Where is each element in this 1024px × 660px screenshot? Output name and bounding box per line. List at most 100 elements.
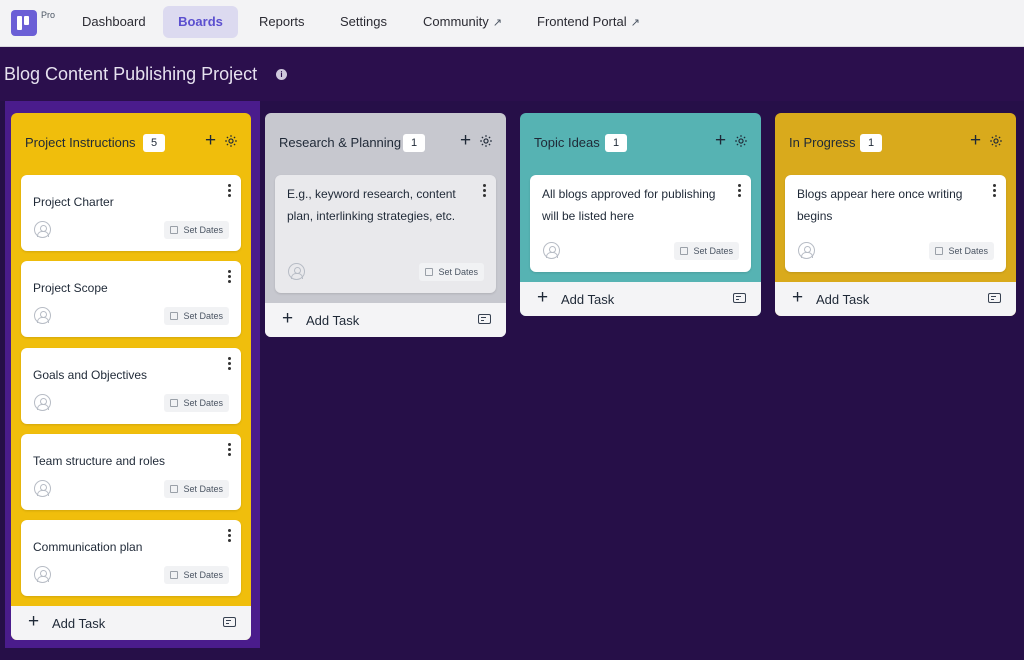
more-options-icon[interactable] [228, 443, 232, 457]
set-dates-button[interactable]: Set Dates [164, 566, 229, 584]
task-title: Team structure and roles [33, 454, 166, 468]
task-title: Blogs appear here once writing begins [797, 187, 963, 223]
set-dates-button[interactable]: Set Dates [674, 242, 739, 260]
task-title: Project Scope [33, 281, 108, 295]
add-task-plus-icon[interactable]: + [970, 131, 981, 151]
card-template-icon[interactable] [223, 617, 236, 627]
set-dates-button[interactable]: Set Dates [164, 480, 229, 498]
user-icon[interactable] [34, 394, 51, 411]
set-dates-button[interactable]: Set Dates [164, 307, 229, 325]
info-icon[interactable]: i [276, 69, 287, 80]
task-card[interactable]: E.g., keyword research, content plan, in… [275, 175, 496, 293]
more-options-icon[interactable] [993, 184, 997, 198]
column-header: Topic Ideas 1 + [520, 113, 761, 169]
column-project-instructions: Project Instructions 5 + Project Charter… [11, 113, 251, 640]
column-title: Project Instructions [25, 135, 136, 150]
app-logo-icon[interactable] [11, 10, 37, 36]
task-title: Goals and Objectives [33, 368, 148, 382]
set-dates-button[interactable]: Set Dates [164, 394, 229, 412]
more-options-icon[interactable] [228, 270, 232, 284]
column-research-planning: Research & Planning 1 + E.g., keyword re… [265, 113, 506, 337]
external-link-icon: ↗ [492, 17, 502, 29]
top-navigation: Pro Dashboard Boards Reports Settings Co… [0, 0, 1024, 47]
calendar-icon [680, 247, 689, 255]
add-task-label: Add Task [306, 313, 360, 328]
add-task-plus-icon[interactable]: + [715, 131, 726, 151]
calendar-icon [425, 268, 434, 276]
user-icon[interactable] [543, 242, 560, 259]
set-dates-button[interactable]: Set Dates [929, 242, 994, 260]
add-task-button[interactable]: + Add Task [520, 282, 761, 316]
task-card[interactable]: Blogs appear here once writing begins Se… [785, 175, 1006, 272]
column-header: In Progress 1 + [775, 113, 1016, 169]
nav-settings[interactable]: Settings [324, 6, 403, 38]
more-options-icon[interactable] [738, 184, 742, 198]
column-in-progress: In Progress 1 + Blogs appear here once w… [775, 113, 1016, 316]
calendar-icon [170, 226, 179, 234]
task-card[interactable]: Communication plan Set Dates [21, 520, 241, 596]
nav-community[interactable]: Community ↗ [407, 6, 518, 38]
user-icon[interactable] [798, 242, 815, 259]
set-dates-button[interactable]: Set Dates [419, 263, 484, 281]
add-task-button[interactable]: + Add Task [11, 606, 251, 640]
plus-icon: + [792, 287, 804, 308]
task-title: Communication plan [33, 540, 143, 554]
task-title: E.g., keyword research, content plan, in… [287, 187, 456, 223]
more-options-icon[interactable] [228, 529, 232, 543]
nav-frontend-portal[interactable]: Frontend Portal ↗ [521, 6, 656, 38]
page-title: Blog Content Publishing Project [4, 64, 258, 84]
project-header: Blog Content Publishing Project [0, 47, 1024, 101]
column-title: Research & Planning [279, 135, 402, 150]
task-count-badge: 1 [605, 134, 627, 152]
task-title: All blogs approved for publishing will b… [542, 187, 716, 223]
add-task-plus-icon[interactable]: + [460, 131, 471, 151]
add-task-label: Add Task [561, 292, 615, 307]
nav-reports[interactable]: Reports [243, 6, 321, 38]
task-card[interactable]: Goals and Objectives Set Dates [21, 348, 241, 424]
nav-dashboard[interactable]: Dashboard [66, 6, 162, 38]
calendar-icon [170, 571, 179, 579]
more-options-icon[interactable] [228, 357, 232, 371]
user-icon[interactable] [34, 480, 51, 497]
gear-icon[interactable] [989, 134, 1003, 148]
task-count-badge: 5 [143, 134, 165, 152]
plus-icon: + [282, 308, 294, 329]
task-title: Project Charter [33, 195, 114, 209]
task-count-badge: 1 [403, 134, 425, 152]
add-task-button[interactable]: + Add Task [775, 282, 1016, 316]
plus-icon: + [28, 611, 40, 632]
calendar-icon [170, 399, 179, 407]
calendar-icon [935, 247, 944, 255]
nav-boards[interactable]: Boards [163, 6, 238, 38]
column-header: Project Instructions 5 + [11, 113, 251, 169]
add-task-plus-icon[interactable]: + [205, 131, 216, 151]
gear-icon[interactable] [734, 134, 748, 148]
card-template-icon[interactable] [988, 293, 1001, 303]
user-icon[interactable] [34, 566, 51, 583]
calendar-icon [170, 312, 179, 320]
add-task-label: Add Task [816, 292, 870, 307]
column-title: Topic Ideas [534, 135, 600, 150]
plus-icon: + [537, 287, 549, 308]
pro-badge: Pro [41, 10, 56, 20]
gear-icon[interactable] [224, 134, 238, 148]
set-dates-button[interactable]: Set Dates [164, 221, 229, 239]
column-title: In Progress [789, 135, 856, 150]
external-link-icon: ↗ [630, 17, 640, 29]
gear-icon[interactable] [479, 134, 493, 148]
task-card[interactable]: Project Charter Set Dates [21, 175, 241, 251]
more-options-icon[interactable] [483, 184, 487, 198]
card-template-icon[interactable] [733, 293, 746, 303]
column-topic-ideas: Topic Ideas 1 + All blogs approved for p… [520, 113, 761, 316]
task-card[interactable]: Team structure and roles Set Dates [21, 434, 241, 510]
more-options-icon[interactable] [228, 184, 232, 198]
add-task-button[interactable]: + Add Task [265, 303, 506, 337]
user-icon[interactable] [288, 263, 305, 280]
card-template-icon[interactable] [478, 314, 491, 324]
user-icon[interactable] [34, 307, 51, 324]
user-icon[interactable] [34, 221, 51, 238]
task-card[interactable]: All blogs approved for publishing will b… [530, 175, 751, 272]
column-header: Research & Planning 1 + [265, 113, 506, 169]
calendar-icon [170, 485, 179, 493]
task-card[interactable]: Project Scope Set Dates [21, 261, 241, 337]
